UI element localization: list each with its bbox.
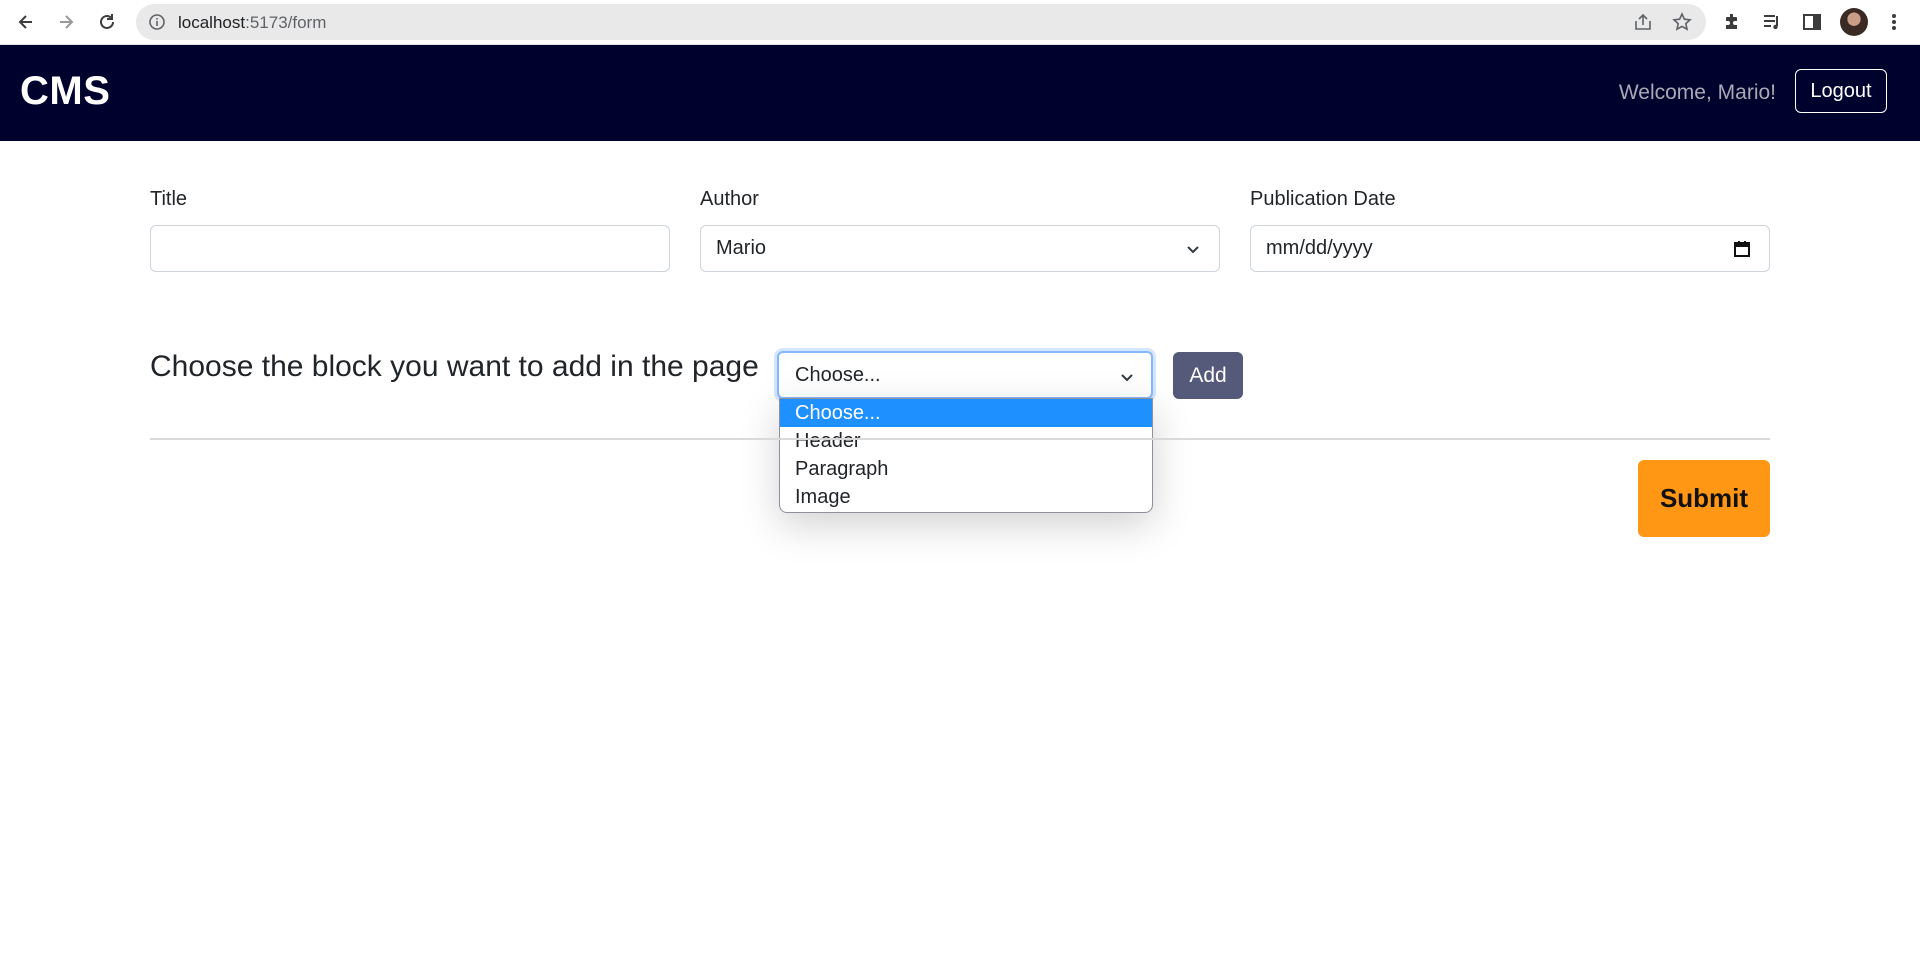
divider [150, 438, 1770, 440]
reading-list-icon[interactable] [1760, 10, 1784, 34]
menu-kebab-icon[interactable] [1882, 10, 1906, 34]
app-navbar: CMS Welcome, Mario! Logout [0, 45, 1920, 141]
dropdown-option[interactable]: Image [780, 483, 1152, 511]
address-bar[interactable]: localhost:5173/form [136, 4, 1706, 40]
profile-avatar[interactable] [1840, 8, 1868, 36]
dropdown-option[interactable]: Paragraph [780, 455, 1152, 483]
browser-toolbar: localhost:5173/form [0, 0, 1920, 45]
block-prompt: Choose the block you want to add in the … [150, 350, 759, 383]
brand-logo[interactable]: CMS [20, 69, 110, 114]
add-block-button[interactable]: Add [1173, 352, 1243, 399]
block-type-select[interactable]: Choose... [777, 351, 1153, 399]
title-label: Title [150, 188, 188, 210]
chevron-down-icon [1119, 368, 1135, 391]
url-text: localhost:5173/form [178, 13, 327, 32]
side-panel-icon[interactable] [1800, 10, 1824, 34]
author-select[interactable]: Mario [700, 225, 1220, 272]
title-input[interactable] [150, 225, 670, 272]
calendar-icon[interactable] [1733, 240, 1751, 264]
dropdown-option[interactable]: Choose... [780, 399, 1152, 427]
back-icon[interactable] [12, 8, 40, 36]
publication-date-input[interactable]: mm/dd/yyyy [1250, 225, 1770, 272]
extensions-icon[interactable] [1720, 10, 1744, 34]
site-info-icon[interactable] [148, 13, 166, 36]
bookmark-star-icon[interactable] [1672, 12, 1692, 32]
share-icon[interactable] [1633, 12, 1653, 32]
logout-button[interactable]: Logout [1795, 69, 1887, 113]
submit-button[interactable]: Submit [1638, 460, 1770, 537]
date-placeholder: mm/dd/yyyy [1266, 237, 1373, 259]
publication-date-label: Publication Date [1250, 188, 1396, 210]
welcome-text: Welcome, Mario! [1618, 81, 1776, 104]
block-type-selected: Choose... [795, 363, 881, 386]
block-type-dropdown: Choose... Header Paragraph Image [779, 398, 1153, 513]
forward-icon[interactable] [52, 8, 80, 36]
reload-icon[interactable] [93, 8, 121, 36]
author-value: Mario [716, 237, 767, 259]
chevron-down-icon [1185, 240, 1201, 263]
author-label: Author [700, 188, 759, 210]
dropdown-option[interactable]: Header [780, 427, 1152, 455]
